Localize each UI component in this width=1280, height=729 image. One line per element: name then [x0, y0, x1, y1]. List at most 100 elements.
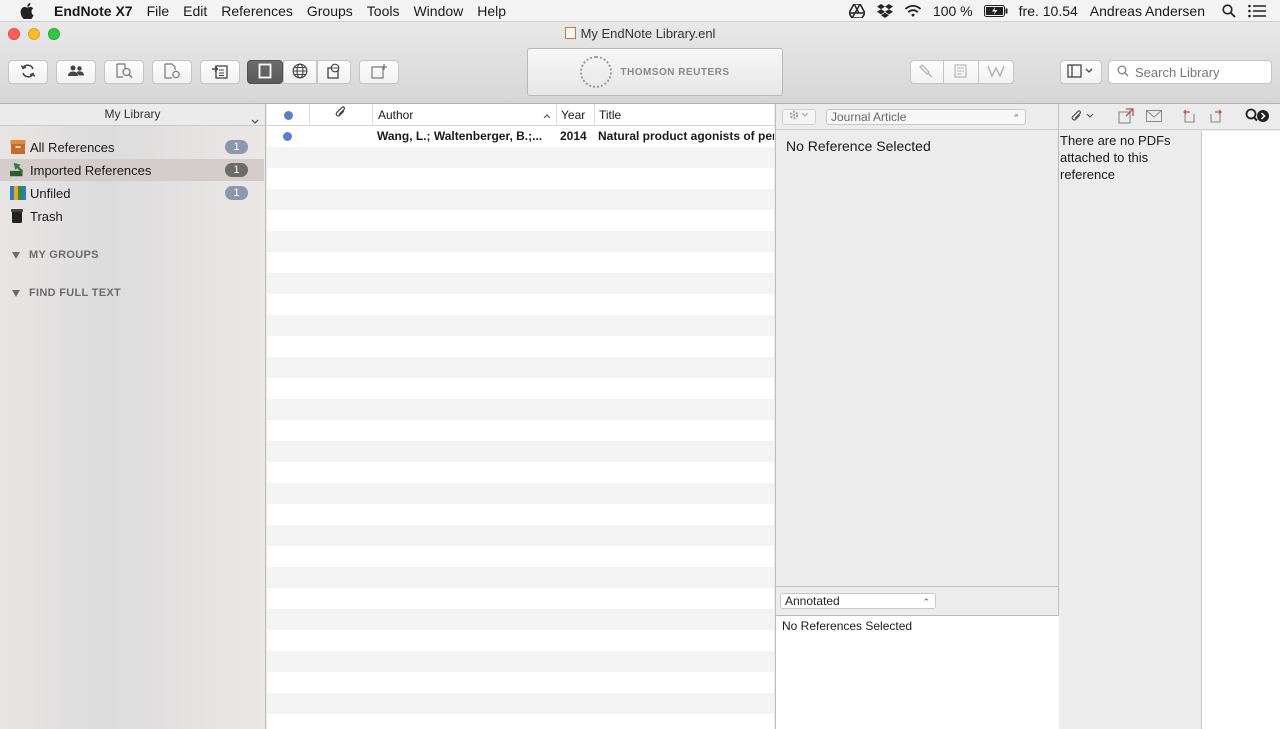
attach-pdf-button[interactable] [1070, 108, 1098, 126]
online-search-mode-button[interactable] [283, 60, 317, 84]
attachment-column-header[interactable] [310, 104, 373, 126]
document-icon [564, 27, 576, 39]
empty-row [267, 462, 774, 483]
preview-options-button[interactable] [782, 108, 816, 125]
empty-row [267, 714, 774, 729]
wifi-icon[interactable] [904, 3, 922, 19]
highlight-button[interactable] [978, 60, 1014, 84]
menu-tools[interactable]: Tools [360, 0, 407, 22]
year-header-label: Year [561, 108, 586, 122]
menubar-user[interactable]: Andreas Andersen [1090, 3, 1205, 19]
search-input[interactable] [1135, 64, 1265, 80]
row-author: Wang, L.; Waltenberger, B.;... [377, 129, 543, 143]
empty-row [267, 378, 774, 399]
paperclip-icon [1071, 109, 1097, 126]
people-icon [67, 65, 85, 80]
local-library-mode-button[interactable] [247, 60, 283, 84]
row-title: Natural product agonists of peroxisome p… [598, 129, 774, 143]
read-status-column-header[interactable] [267, 104, 310, 126]
empty-row [267, 504, 774, 525]
empty-row [267, 609, 774, 630]
find-full-text-button[interactable] [152, 60, 192, 84]
search-next-icon [1244, 108, 1270, 127]
edit-note-button[interactable] [943, 60, 979, 84]
empty-row [267, 147, 774, 168]
menu-groups[interactable]: Groups [300, 0, 360, 22]
menu-file[interactable]: File [140, 0, 177, 22]
sidebar-item-imported-references[interactable]: Imported References 1 [0, 159, 264, 181]
sidebar-item-label: All References [30, 139, 115, 155]
integrated-library-mode-button[interactable] [317, 60, 351, 84]
table-row[interactable]: Wang, L.; Waltenberger, B.;... 2014 Natu… [267, 126, 774, 147]
sidebar-item-trash[interactable]: Trash [0, 205, 264, 227]
sync-button[interactable] [8, 60, 48, 84]
envelope-icon [1146, 109, 1162, 125]
empty-row [267, 567, 774, 588]
panel-layout-icon [1067, 63, 1095, 81]
layout-toggle-button[interactable] [1060, 60, 1102, 84]
library-mode-icon [258, 63, 272, 82]
updown-arrows-icon: ⌃ [922, 597, 930, 607]
search-library-field[interactable] [1108, 60, 1272, 84]
empty-row [267, 189, 774, 210]
menu-edit[interactable]: Edit [176, 0, 214, 22]
annotate-button[interactable] [910, 60, 944, 84]
reuters-dots-icon [580, 56, 613, 88]
open-pdf-button[interactable] [1117, 107, 1135, 126]
empty-row [267, 273, 774, 294]
column-headers: Author Year Title [267, 104, 774, 126]
pdf-toolbar [1060, 104, 1280, 130]
pdf-viewer-area [1201, 131, 1280, 729]
new-group-button[interactable] [359, 60, 399, 84]
dropbox-icon[interactable] [876, 3, 894, 19]
library-selector-label: My Library [104, 107, 161, 121]
read-status-dot-icon [283, 110, 293, 120]
title-column-header[interactable]: Title [595, 104, 774, 126]
online-search-button[interactable] [104, 60, 144, 84]
style-bar: Annotated ⌃ [776, 588, 1059, 614]
menubar-clock[interactable]: fre. 10.54 [1019, 3, 1078, 19]
library-selector[interactable]: My Library [0, 104, 265, 126]
notification-center-icon[interactable] [1248, 3, 1266, 19]
apple-icon[interactable] [20, 2, 38, 19]
empty-row [267, 420, 774, 441]
output-style-select[interactable]: Annotated ⌃ [780, 593, 936, 609]
menu-window[interactable]: Window [406, 0, 470, 22]
document-refresh-icon [163, 62, 181, 82]
count-badge: 1 [225, 186, 248, 200]
app-menu[interactable]: EndNote X7 [54, 0, 140, 22]
share-library-button[interactable] [56, 60, 96, 84]
pdf-search-button[interactable] [1244, 108, 1270, 126]
arrow-forward-icon [1209, 109, 1225, 126]
empty-row [267, 483, 774, 504]
battery-icon[interactable] [983, 3, 1008, 19]
section-my-groups[interactable]: MY GROUPS [12, 249, 99, 261]
section-label: FIND FULL TEXT [29, 287, 121, 299]
previous-pdf-button[interactable] [1179, 108, 1197, 126]
sidebar-item-unfiled[interactable]: Unfiled 1 [0, 182, 264, 204]
import-arrow-icon [10, 162, 26, 178]
annotate-icon [919, 63, 935, 82]
pdf-pane: There are no PDFs attached to this refer… [1060, 104, 1280, 729]
unread-dot [283, 126, 295, 147]
insert-citation-button[interactable] [200, 60, 240, 84]
menu-references[interactable]: References [214, 0, 300, 22]
reference-type-select[interactable]: Journal Article ⌃ [826, 108, 1026, 125]
google-drive-icon[interactable] [848, 3, 866, 19]
empty-row [267, 294, 774, 315]
author-column-header[interactable]: Author [373, 104, 557, 126]
title-header-label: Title [599, 108, 622, 122]
sidebar-item-label: Trash [30, 208, 63, 224]
highlight-icon [987, 63, 1005, 82]
menu-help[interactable]: Help [470, 0, 513, 22]
section-find-full-text[interactable]: FIND FULL TEXT [12, 287, 121, 299]
email-pdf-button[interactable] [1145, 108, 1163, 126]
empty-row [267, 210, 774, 231]
sidebar-item-all-references[interactable]: All References 1 [0, 136, 264, 158]
empty-row [267, 651, 774, 672]
next-pdf-button[interactable] [1208, 108, 1226, 126]
year-column-header[interactable]: Year [557, 104, 595, 126]
spotlight-search-icon[interactable] [1220, 3, 1238, 19]
preview-body: No Reference Selected [776, 130, 1059, 587]
empty-row [267, 399, 774, 420]
